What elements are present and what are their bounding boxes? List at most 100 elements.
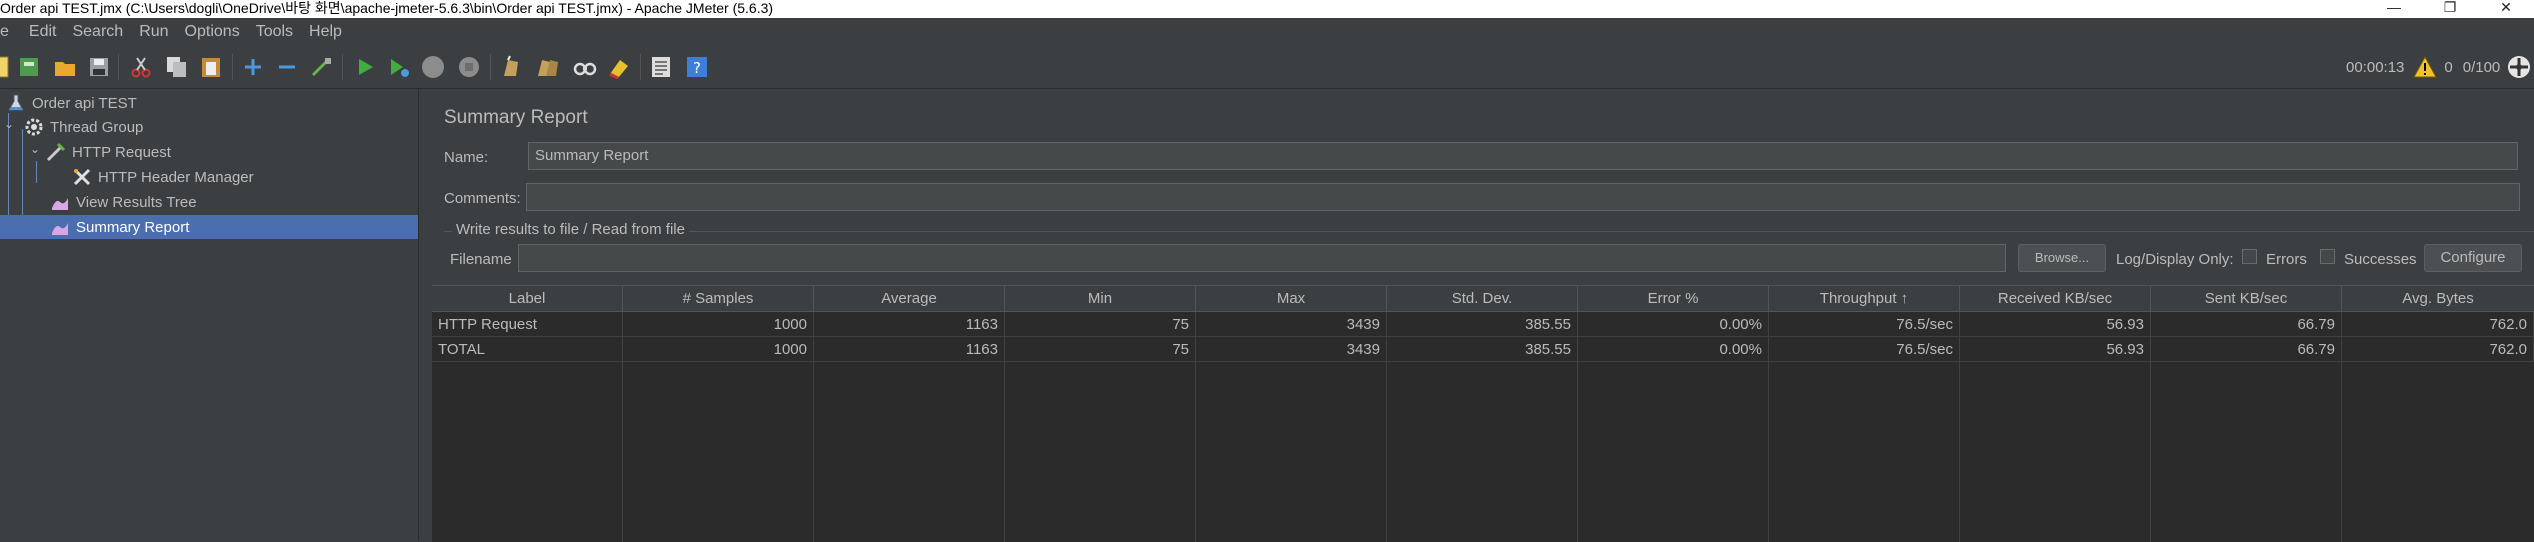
cell-avg-bytes: 762.0 bbox=[2342, 312, 2534, 337]
col-header-avg-bytes[interactable]: Avg. Bytes bbox=[2342, 286, 2534, 312]
copy-icon[interactable] bbox=[164, 54, 190, 80]
menu-run[interactable]: Run bbox=[139, 23, 168, 41]
cell-label: TOTAL bbox=[432, 337, 623, 362]
menu-bar: e Edit Search Run Options Tools Help bbox=[0, 18, 2534, 46]
function-helper-icon[interactable] bbox=[648, 54, 674, 80]
clear-all-icon[interactable] bbox=[534, 54, 560, 80]
cell-average: 1163 bbox=[814, 312, 1005, 337]
templates-icon[interactable] bbox=[16, 54, 42, 80]
cut-icon[interactable] bbox=[128, 54, 154, 80]
menu-search[interactable]: Search bbox=[72, 23, 123, 41]
tree-node-http-request[interactable]: HTTP Request bbox=[46, 140, 418, 164]
tree-node-label: Thread Group bbox=[50, 118, 144, 136]
toolbar: ? 00:00:13 0 0/100 bbox=[0, 46, 2534, 89]
clear-icon[interactable] bbox=[498, 54, 524, 80]
toggle-icon[interactable] bbox=[308, 54, 334, 80]
listener-icon bbox=[50, 217, 70, 237]
filename-label: Filename bbox=[450, 251, 512, 268]
table-row[interactable]: TOTAL 1000 1163 75 3439 385.55 0.00% 76.… bbox=[432, 337, 2534, 362]
active-threads: 0/100 bbox=[2462, 58, 2501, 76]
paste-icon[interactable] bbox=[198, 54, 224, 80]
comments-field[interactable] bbox=[526, 183, 2520, 211]
cell-error-pct: 0.00% bbox=[1578, 312, 1769, 337]
close-button[interactable]: ✕ bbox=[2478, 0, 2534, 18]
col-header-received[interactable]: Received KB/sec bbox=[1960, 286, 2151, 312]
expand-toggle-icon[interactable]: ⌄ bbox=[28, 142, 42, 156]
col-header-average[interactable]: Average bbox=[814, 286, 1005, 312]
maximize-button[interactable]: ❐ bbox=[2422, 0, 2478, 18]
browse-button[interactable]: Browse... bbox=[2018, 244, 2106, 272]
table-row[interactable]: HTTP Request 1000 1163 75 3439 385.55 0.… bbox=[432, 312, 2534, 337]
menu-options[interactable]: Options bbox=[185, 23, 240, 41]
table-header: Label # Samples Average Min Max Std. Dev… bbox=[432, 286, 2534, 312]
col-header-throughput[interactable]: Throughput ↑ bbox=[1769, 286, 1960, 312]
window-title-bar: Order api TEST.jmx (C:\Users\dogli\OneDr… bbox=[0, 0, 2534, 18]
svg-text:?: ? bbox=[693, 59, 701, 77]
file-section-title: Write results to file / Read from file bbox=[452, 221, 689, 238]
col-header-error-pct[interactable]: Error % bbox=[1578, 286, 1769, 312]
window-title: Order api TEST.jmx (C:\Users\dogli\OneDr… bbox=[0, 0, 774, 16]
status-area: 00:00:13 0 0/100 bbox=[2346, 54, 2532, 80]
cell-sent: 66.79 bbox=[2151, 312, 2342, 337]
cell-max: 3439 bbox=[1196, 312, 1387, 337]
minimize-button[interactable]: — bbox=[2366, 0, 2422, 18]
menu-help[interactable]: Help bbox=[309, 23, 342, 41]
test-plan-icon bbox=[6, 93, 26, 113]
cell-min: 75 bbox=[1005, 312, 1196, 337]
errors-checkbox[interactable] bbox=[2242, 249, 2257, 264]
warning-icon[interactable] bbox=[2412, 54, 2438, 80]
col-header-max[interactable]: Max bbox=[1196, 286, 1387, 312]
help-icon[interactable]: ? bbox=[684, 54, 710, 80]
tree-node-view-results-tree[interactable]: View Results Tree bbox=[50, 190, 418, 214]
menu-edit[interactable]: Edit bbox=[29, 23, 57, 41]
cell-error-pct: 0.00% bbox=[1578, 337, 1769, 362]
col-header-std-dev[interactable]: Std. Dev. bbox=[1387, 286, 1578, 312]
successes-checkbox[interactable] bbox=[2320, 249, 2335, 264]
expand-toggle-icon[interactable]: ⌄ bbox=[2, 117, 16, 131]
tree-node-http-header-manager[interactable]: HTTP Header Manager bbox=[72, 165, 418, 189]
col-header-min[interactable]: Min bbox=[1005, 286, 1196, 312]
tree-node-label: Order api TEST bbox=[32, 94, 137, 112]
gear-icon bbox=[24, 117, 44, 137]
open-icon[interactable] bbox=[52, 54, 78, 80]
cell-throughput: 76.5/sec bbox=[1769, 337, 1960, 362]
elapsed-time: 00:00:13 bbox=[2346, 58, 2405, 76]
tree-node-test-plan[interactable]: Order api TEST bbox=[0, 91, 418, 115]
menu-tools[interactable]: Tools bbox=[256, 23, 293, 41]
tree-node-summary-report[interactable]: Summary Report bbox=[0, 215, 418, 239]
collapse-icon[interactable] bbox=[274, 54, 300, 80]
start-no-pause-icon[interactable] bbox=[386, 54, 412, 80]
summary-table: Label # Samples Average Min Max Std. Dev… bbox=[432, 285, 2534, 542]
test-plan-tree: Order api TEST ⌄ Thread Group ⌄ HTTP Req… bbox=[0, 89, 419, 541]
expand-icon[interactable] bbox=[240, 54, 266, 80]
search-icon[interactable] bbox=[572, 54, 598, 80]
summary-report-panel: Summary Report Name: Summary Report Comm… bbox=[432, 89, 2534, 542]
errors-label: Errors bbox=[2266, 251, 2307, 268]
start-icon[interactable] bbox=[352, 54, 378, 80]
name-field[interactable]: Summary Report bbox=[528, 142, 2518, 170]
col-header-samples[interactable]: # Samples bbox=[623, 286, 814, 312]
col-header-label[interactable]: Label bbox=[432, 286, 623, 312]
tree-node-label: Summary Report bbox=[76, 218, 190, 236]
shutdown-icon[interactable] bbox=[456, 54, 482, 80]
tree-node-label: HTTP Request bbox=[72, 143, 171, 161]
cell-avg-bytes: 762.0 bbox=[2342, 337, 2534, 362]
reset-search-icon[interactable] bbox=[606, 54, 632, 80]
log-display-label: Log/Display Only: bbox=[2116, 251, 2234, 268]
comments-label: Comments: bbox=[444, 190, 521, 207]
col-header-sent[interactable]: Sent KB/sec bbox=[2151, 286, 2342, 312]
sampler-icon bbox=[46, 142, 66, 162]
stop-icon[interactable] bbox=[420, 54, 446, 80]
tree-node-thread-group[interactable]: Thread Group bbox=[18, 115, 418, 139]
filename-field[interactable] bbox=[518, 244, 2006, 272]
new-icon[interactable] bbox=[0, 54, 12, 80]
cell-samples: 1000 bbox=[623, 312, 814, 337]
cell-received: 56.93 bbox=[1960, 312, 2151, 337]
cell-label: HTTP Request bbox=[432, 312, 623, 337]
configure-button[interactable]: Configure bbox=[2424, 244, 2522, 272]
config-tools-icon bbox=[72, 167, 92, 187]
remote-status-icon bbox=[2506, 54, 2532, 80]
cell-sent: 66.79 bbox=[2151, 337, 2342, 362]
menu-file[interactable]: e bbox=[0, 23, 9, 41]
save-icon[interactable] bbox=[86, 54, 112, 80]
